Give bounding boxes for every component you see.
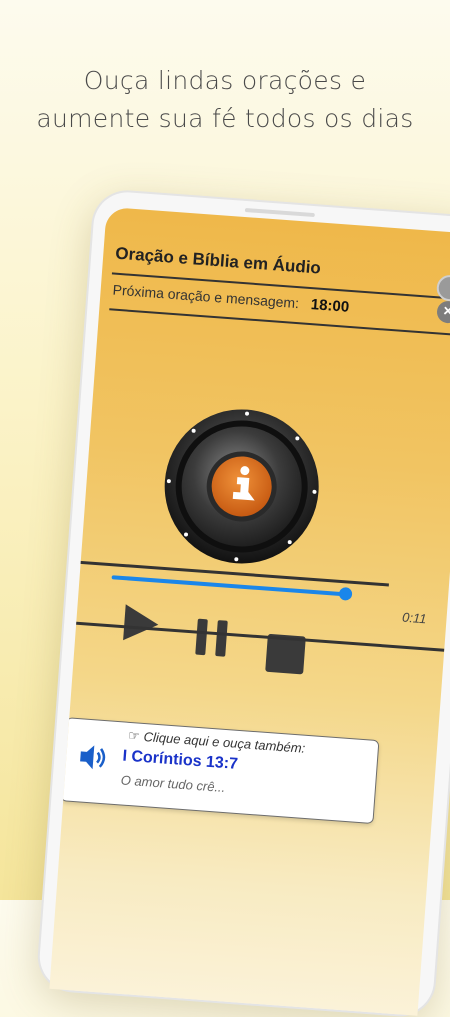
next-divider [109, 308, 450, 337]
pause-icon [195, 618, 228, 657]
app-screen: Oração e Bíblia em Áudio × Próxima oraçã… [49, 206, 450, 1016]
pointing-hand-icon: ☞ [127, 727, 141, 744]
card-snippet: O amor tudo crê... [120, 772, 226, 796]
play-icon [123, 604, 159, 641]
suggested-audio-card[interactable]: ☞ Clique aqui e ouça também: I Coríntios … [60, 717, 380, 825]
volume-icon [77, 742, 109, 777]
close-button[interactable]: × [436, 300, 450, 324]
progress-thumb[interactable] [338, 586, 353, 601]
next-prayer-time: 18:00 [310, 296, 350, 316]
headline-line-2: aumente sua fé todos os dias [36, 104, 414, 133]
phone-mockup: Oração e Bíblia em Áudio × Próxima oraçã… [37, 190, 450, 1017]
headline: Ouça lindas orações e aumente sua fé tod… [0, 62, 450, 138]
pause-button[interactable] [193, 616, 232, 664]
phone-frame: Oração e Bíblia em Áudio × Próxima oraçã… [37, 190, 450, 1017]
player-divider-bottom [49, 619, 445, 652]
elapsed-time: 0:11 [401, 609, 428, 627]
card-verse: I Coríntios 13:7 [121, 747, 239, 773]
phone-earpiece [244, 207, 315, 218]
close-icon: × [442, 302, 450, 321]
app-title: Oração e Bíblia em Áudio [114, 243, 322, 278]
headline-line-1: Ouça lindas orações e [83, 66, 367, 95]
speaker-graphic [158, 403, 325, 570]
